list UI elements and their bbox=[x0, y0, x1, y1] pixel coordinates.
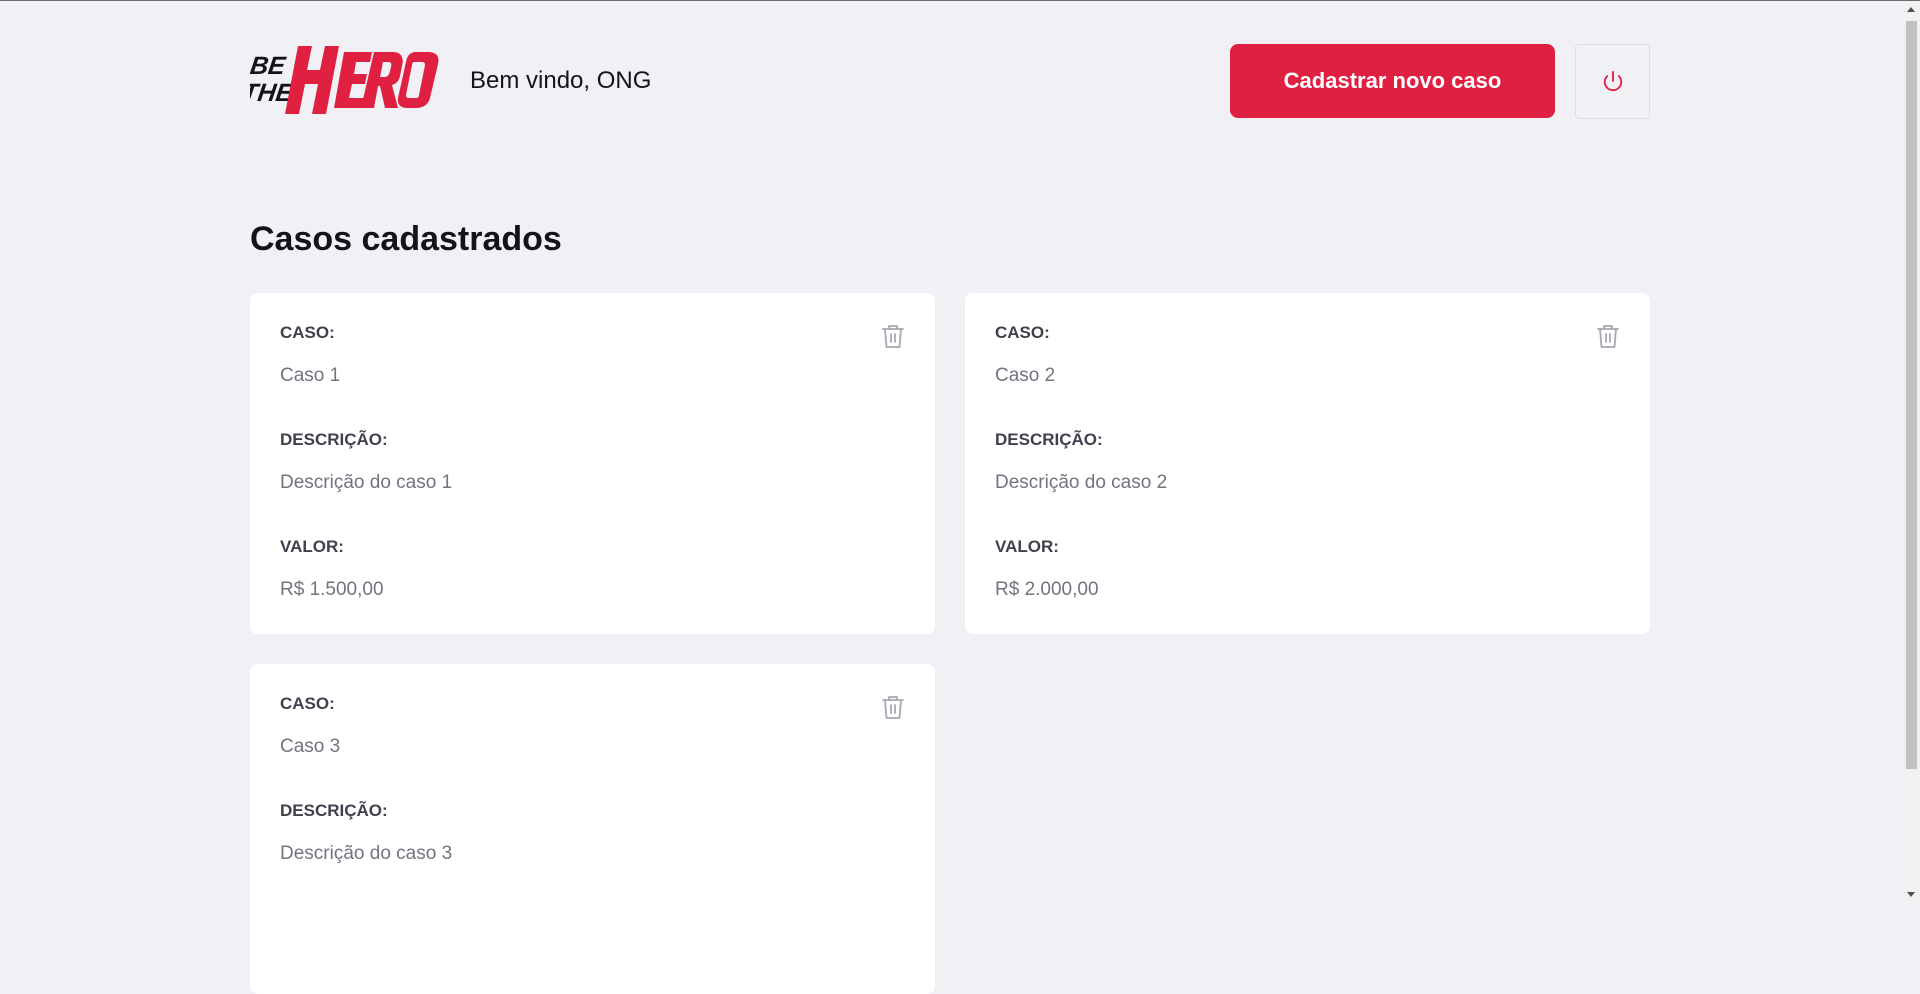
logout-button[interactable] bbox=[1575, 43, 1650, 119]
case-label: CASO: bbox=[280, 323, 335, 342]
trash-icon bbox=[882, 696, 904, 719]
value-value: R$ 2.000,00 bbox=[995, 579, 1099, 600]
case-card: CASO: Caso 3 DESCRIÇÃO: Descrição do cas… bbox=[250, 664, 935, 994]
case-value: Caso 3 bbox=[280, 736, 341, 757]
description-label: DESCRIÇÃO: bbox=[995, 430, 1103, 449]
description-value: Descrição do caso 2 bbox=[995, 472, 1168, 493]
description-label: DESCRIÇÃO: bbox=[280, 430, 388, 449]
new-case-button[interactable]: Cadastrar novo caso bbox=[1230, 44, 1555, 118]
profile-page: BE THE Bem vindo, ONG Cadastrar novo cas… bbox=[250, 0, 1650, 994]
scrollbar-thumb[interactable] bbox=[1906, 21, 1917, 769]
scroll-down-arrow-icon[interactable] bbox=[1907, 892, 1915, 897]
delete-case-button[interactable] bbox=[881, 323, 905, 349]
power-icon bbox=[1603, 70, 1622, 92]
description-value: Descrição do caso 3 bbox=[280, 843, 453, 864]
case-card: CASO: Caso 2 DESCRIÇÃO: Descrição do cas… bbox=[965, 293, 1650, 634]
be-the-hero-logo: BE THE bbox=[250, 46, 439, 114]
value-label: VALOR: bbox=[280, 537, 344, 556]
delete-case-button[interactable] bbox=[1596, 323, 1620, 349]
trash-icon bbox=[1597, 325, 1619, 348]
page-title: Casos cadastrados bbox=[250, 220, 562, 258]
vertical-scrollbar[interactable] bbox=[1903, 1, 1920, 903]
value-value: R$ 1.500,00 bbox=[280, 579, 384, 600]
description-value: Descrição do caso 1 bbox=[280, 472, 453, 493]
value-label: VALOR: bbox=[995, 537, 1059, 556]
delete-case-button[interactable] bbox=[881, 694, 905, 720]
case-label: CASO: bbox=[280, 694, 335, 713]
case-value: Caso 1 bbox=[280, 365, 341, 386]
scroll-up-arrow-icon[interactable] bbox=[1907, 7, 1915, 12]
svg-text:BE: BE bbox=[250, 52, 288, 80]
welcome-text: Bem vindo, ONG bbox=[470, 67, 652, 94]
trash-icon bbox=[882, 325, 904, 348]
case-card: CASO: Caso 1 DESCRIÇÃO: Descrição do cas… bbox=[250, 293, 935, 634]
page-header: BE THE Bem vindo, ONG Cadastrar novo cas… bbox=[250, 43, 1650, 119]
case-label: CASO: bbox=[995, 323, 1050, 342]
case-value: Caso 2 bbox=[995, 365, 1056, 386]
case-list: CASO: Caso 1 DESCRIÇÃO: Descrição do cas… bbox=[250, 293, 1650, 994]
description-label: DESCRIÇÃO: bbox=[280, 801, 388, 820]
